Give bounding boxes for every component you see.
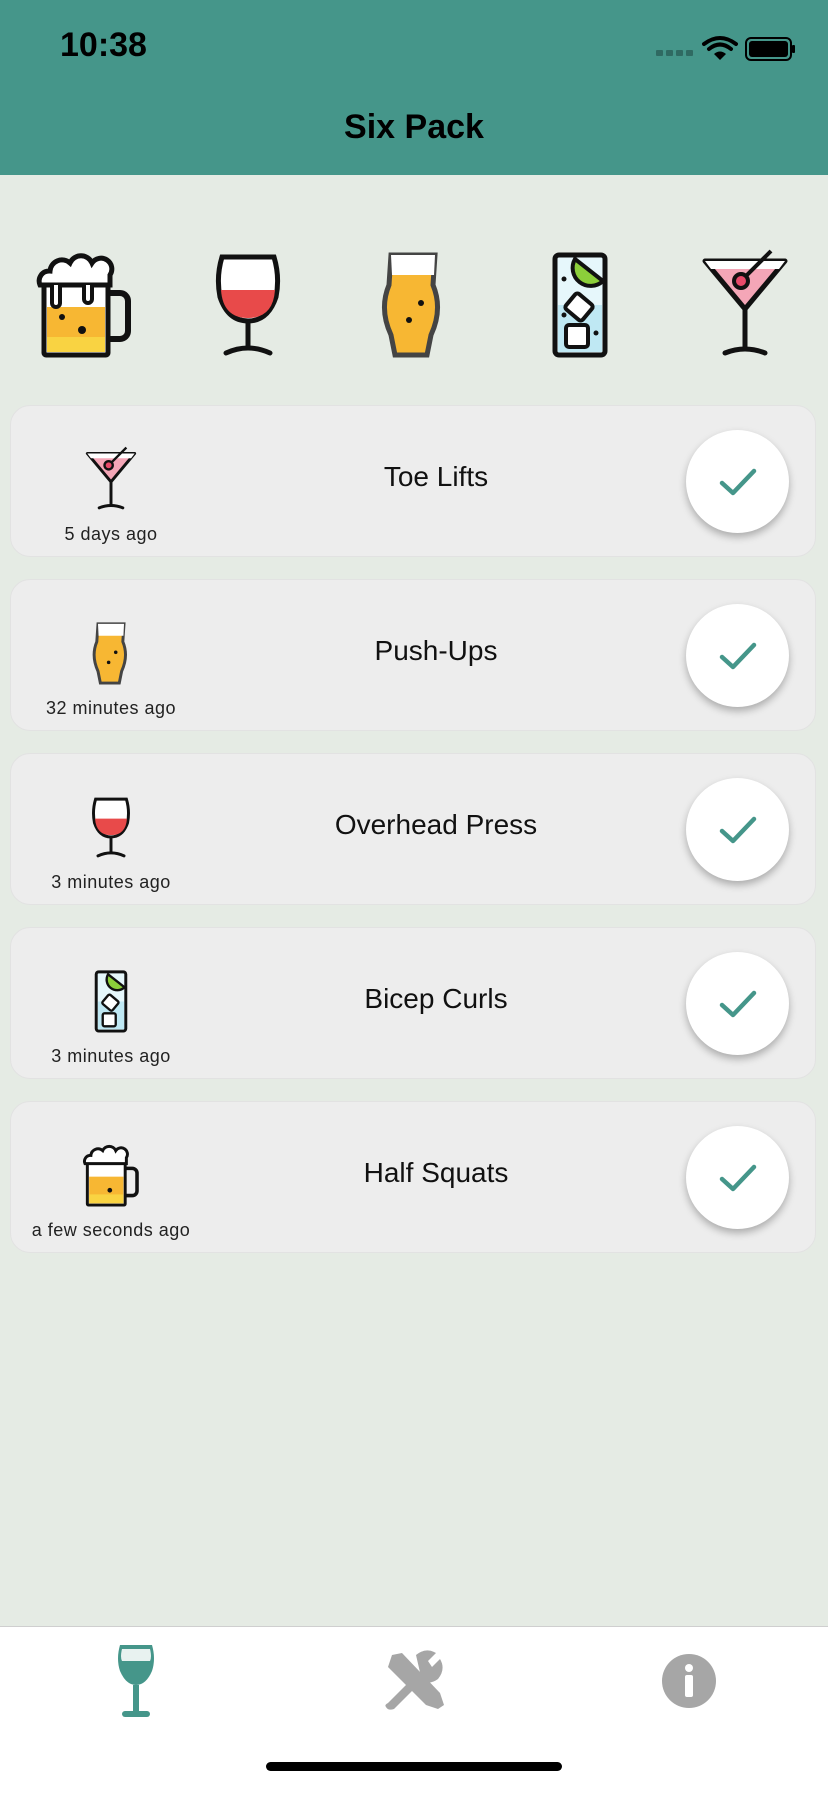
martini-icon (85, 446, 137, 510)
last-done-time: 32 minutes ago (45, 698, 177, 718)
pint-glass-icon[interactable] (363, 245, 463, 360)
complete-button[interactable] (686, 1126, 789, 1229)
exercise-title: Push-Ups (374, 635, 498, 666)
complete-button[interactable] (686, 430, 789, 533)
beer-mug-icon[interactable] (34, 245, 134, 360)
exercise-card: 32 minutes ago Push-Ups (10, 579, 816, 731)
exercise-title: Bicep Curls (364, 983, 508, 1014)
martini-icon[interactable] (695, 245, 795, 360)
info-icon[interactable] (649, 1641, 729, 1721)
tools-icon[interactable] (374, 1641, 454, 1721)
wifi-icon (702, 36, 738, 60)
gin-tonic-icon[interactable] (530, 245, 630, 360)
beer-mug-icon (83, 1144, 139, 1207)
exercise-card: 3 minutes ago Overhead Press (10, 753, 816, 905)
last-done-time: 3 minutes ago (51, 1046, 171, 1066)
exercise-card: 3 minutes ago Bicep Curls (10, 927, 816, 1079)
status-icons (656, 36, 795, 61)
status-time: 10:38 (60, 26, 147, 64)
checkmark-icon (719, 468, 756, 495)
battery-icon (745, 37, 795, 61)
complete-button[interactable] (686, 604, 789, 707)
last-done-time: a few seconds ago (31, 1220, 191, 1240)
page-title: Six Pack (344, 108, 484, 146)
complete-button[interactable] (686, 778, 789, 881)
pint-glass-icon (92, 622, 127, 685)
last-done-time: 3 minutes ago (51, 872, 171, 892)
checkmark-icon (719, 642, 756, 669)
drink-picker (0, 245, 828, 370)
exercise-card: a few seconds ago Half Squats (10, 1101, 816, 1253)
last-done-time: 5 days ago (64, 524, 158, 544)
complete-button[interactable] (686, 952, 789, 1055)
home-indicator (266, 1762, 562, 1771)
wine-glass-icon[interactable] (96, 1641, 176, 1721)
app-header: 10:38 Six Pack (0, 0, 828, 175)
exercise-title: Overhead Press (334, 809, 538, 840)
checkmark-icon (719, 990, 756, 1017)
wine-glass-icon[interactable] (198, 245, 298, 360)
wine-glass-icon (92, 797, 130, 858)
checkmark-icon (719, 816, 756, 843)
checkmark-icon (719, 1164, 756, 1191)
exercise-card: 5 days ago Toe Lifts (10, 405, 816, 557)
signal-icon (656, 50, 693, 56)
gin-tonic-icon (94, 970, 128, 1033)
exercise-title: Half Squats (363, 1157, 509, 1188)
exercise-title: Toe Lifts (383, 461, 489, 492)
